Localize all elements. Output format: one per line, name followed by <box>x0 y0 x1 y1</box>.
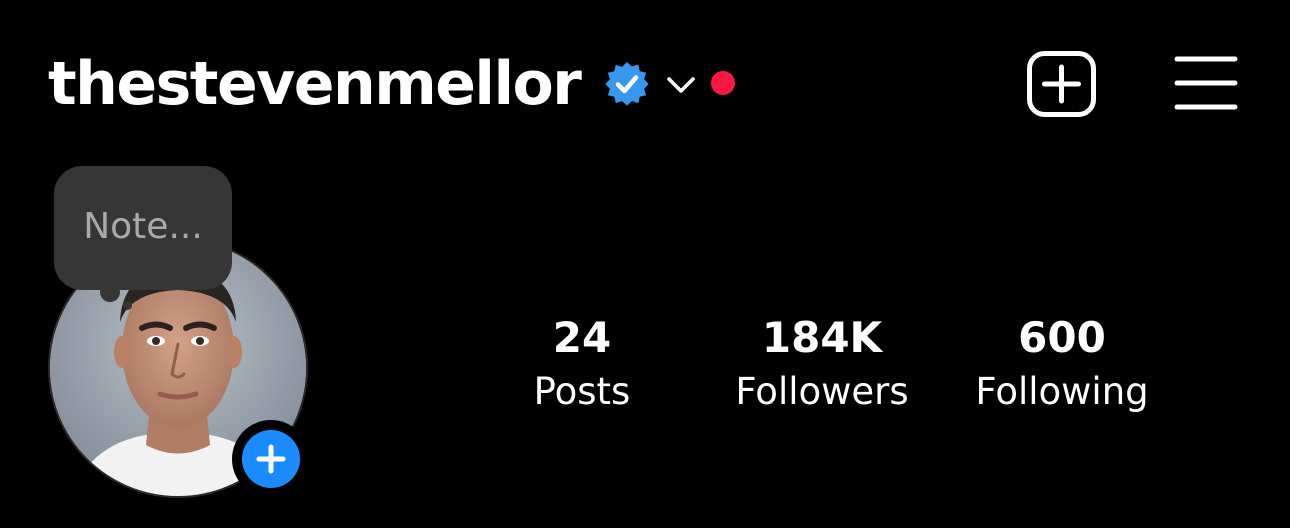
posts-stat[interactable]: 24 Posts <box>502 310 662 418</box>
add-story-button[interactable] <box>232 420 310 498</box>
following-stat[interactable]: 600 Following <box>952 310 1172 418</box>
verified-badge-icon <box>605 62 649 106</box>
note-bubble[interactable]: Note... <box>54 166 232 290</box>
hamburger-menu-icon[interactable] <box>1174 54 1238 112</box>
notification-dot <box>711 71 735 95</box>
username-title[interactable]: thestevenmellor <box>48 44 582 124</box>
note-placeholder: Note... <box>83 206 203 247</box>
posts-label: Posts <box>533 370 631 413</box>
following-count: 600 <box>1018 313 1106 362</box>
note-bubble-tail-small <box>123 301 132 310</box>
followers-count: 184K <box>761 313 883 362</box>
followers-label: Followers <box>735 370 909 413</box>
plus-square-icon[interactable] <box>1026 50 1098 118</box>
profile-header: thestevenmellor <box>0 0 1290 170</box>
chevron-down-icon[interactable] <box>664 68 698 102</box>
plus-icon <box>256 444 286 474</box>
following-label: Following <box>975 370 1149 413</box>
followers-stat[interactable]: 184K Followers <box>712 310 932 418</box>
add-story-circle[interactable] <box>242 430 300 488</box>
posts-count: 24 <box>552 313 612 362</box>
